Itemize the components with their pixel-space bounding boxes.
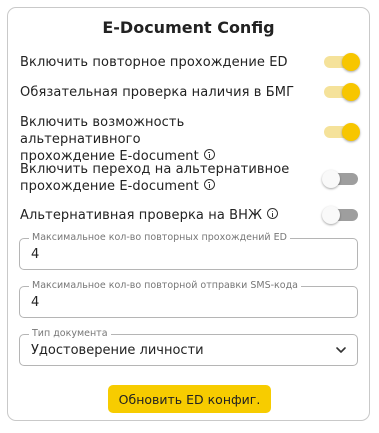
info-icon[interactable] [203, 179, 215, 190]
max-repeats-label: Максимальное кол-во повторных прохождени… [29, 232, 290, 244]
info-icon[interactable] [203, 149, 215, 160]
max-repeats-value[interactable]: 4 [31, 247, 39, 262]
max-sms-value[interactable]: 4 [31, 295, 39, 310]
toggle-label-bmg-check: Обязательная проверка наличия в БМГ [20, 84, 305, 101]
toggle-label-text: Обязательная проверка наличия в БМГ [20, 85, 295, 100]
toggle-alt-transition[interactable] [322, 169, 360, 189]
toggle-row-vnzh-check: Альтернативная проверка на ВНЖ [20, 205, 360, 225]
toggle-label-repeat-ed: Включить повторное прохождение ED [20, 54, 305, 71]
toggle-thumb [342, 53, 360, 71]
toggle-label-text: Включить повторное прохождение ED [20, 55, 288, 70]
toggle-thumb [322, 170, 340, 188]
toggle-label-line1: Включить переход на альтернативное [20, 162, 290, 177]
config-card: E-Document Config Включить повторное про… [7, 7, 370, 421]
doc-type-value: Удостоверение личности [31, 343, 204, 358]
toggle-bmg-check[interactable] [322, 82, 360, 102]
max-sms-label: Максимальное кол-во повторной отправки S… [29, 280, 301, 292]
max-repeats-field[interactable]: Максимальное кол-во повторных прохождени… [19, 232, 358, 270]
info-icon[interactable] [267, 208, 279, 219]
toggle-thumb [342, 123, 360, 141]
doc-type-select[interactable]: Тип документа Удостоверение личности [19, 328, 358, 366]
toggle-thumb [322, 206, 340, 224]
toggle-label-vnzh-check: Альтернативная проверка на ВНЖ [20, 207, 305, 224]
toggle-alt-possibility[interactable] [322, 122, 360, 142]
toggle-row-repeat-ed: Включить повторное прохождение ED [20, 52, 360, 72]
toggle-label-line2: прохождение E-document [20, 179, 199, 194]
update-config-button[interactable]: Обновить ED конфиг. [108, 385, 271, 413]
max-sms-field[interactable]: Максимальное кол-во повторной отправки S… [19, 280, 358, 318]
toggle-label-alt-transition: Включить переход на альтернативное прохо… [20, 161, 305, 195]
toggle-repeat-ed[interactable] [322, 52, 360, 72]
doc-type-label: Тип документа [29, 328, 111, 340]
toggle-label-alt-possibility: Включить возможность альтернативного про… [20, 114, 305, 165]
toggle-label-line1: Включить возможность альтернативного [20, 115, 185, 147]
chevron-down-icon[interactable] [335, 344, 347, 356]
toggle-row-bmg-check: Обязательная проверка наличия в БМГ [20, 82, 360, 102]
toggle-thumb [342, 83, 360, 101]
card-title: E-Document Config [102, 18, 275, 37]
toggle-label-text: Альтернативная проверка на ВНЖ [20, 208, 263, 223]
toggle-row-alt-transition: Включить переход на альтернативное прохо… [20, 161, 360, 197]
toggle-vnzh-check[interactable] [322, 205, 360, 225]
toggle-row-alt-possibility: Включить возможность альтернативного про… [20, 114, 360, 164]
